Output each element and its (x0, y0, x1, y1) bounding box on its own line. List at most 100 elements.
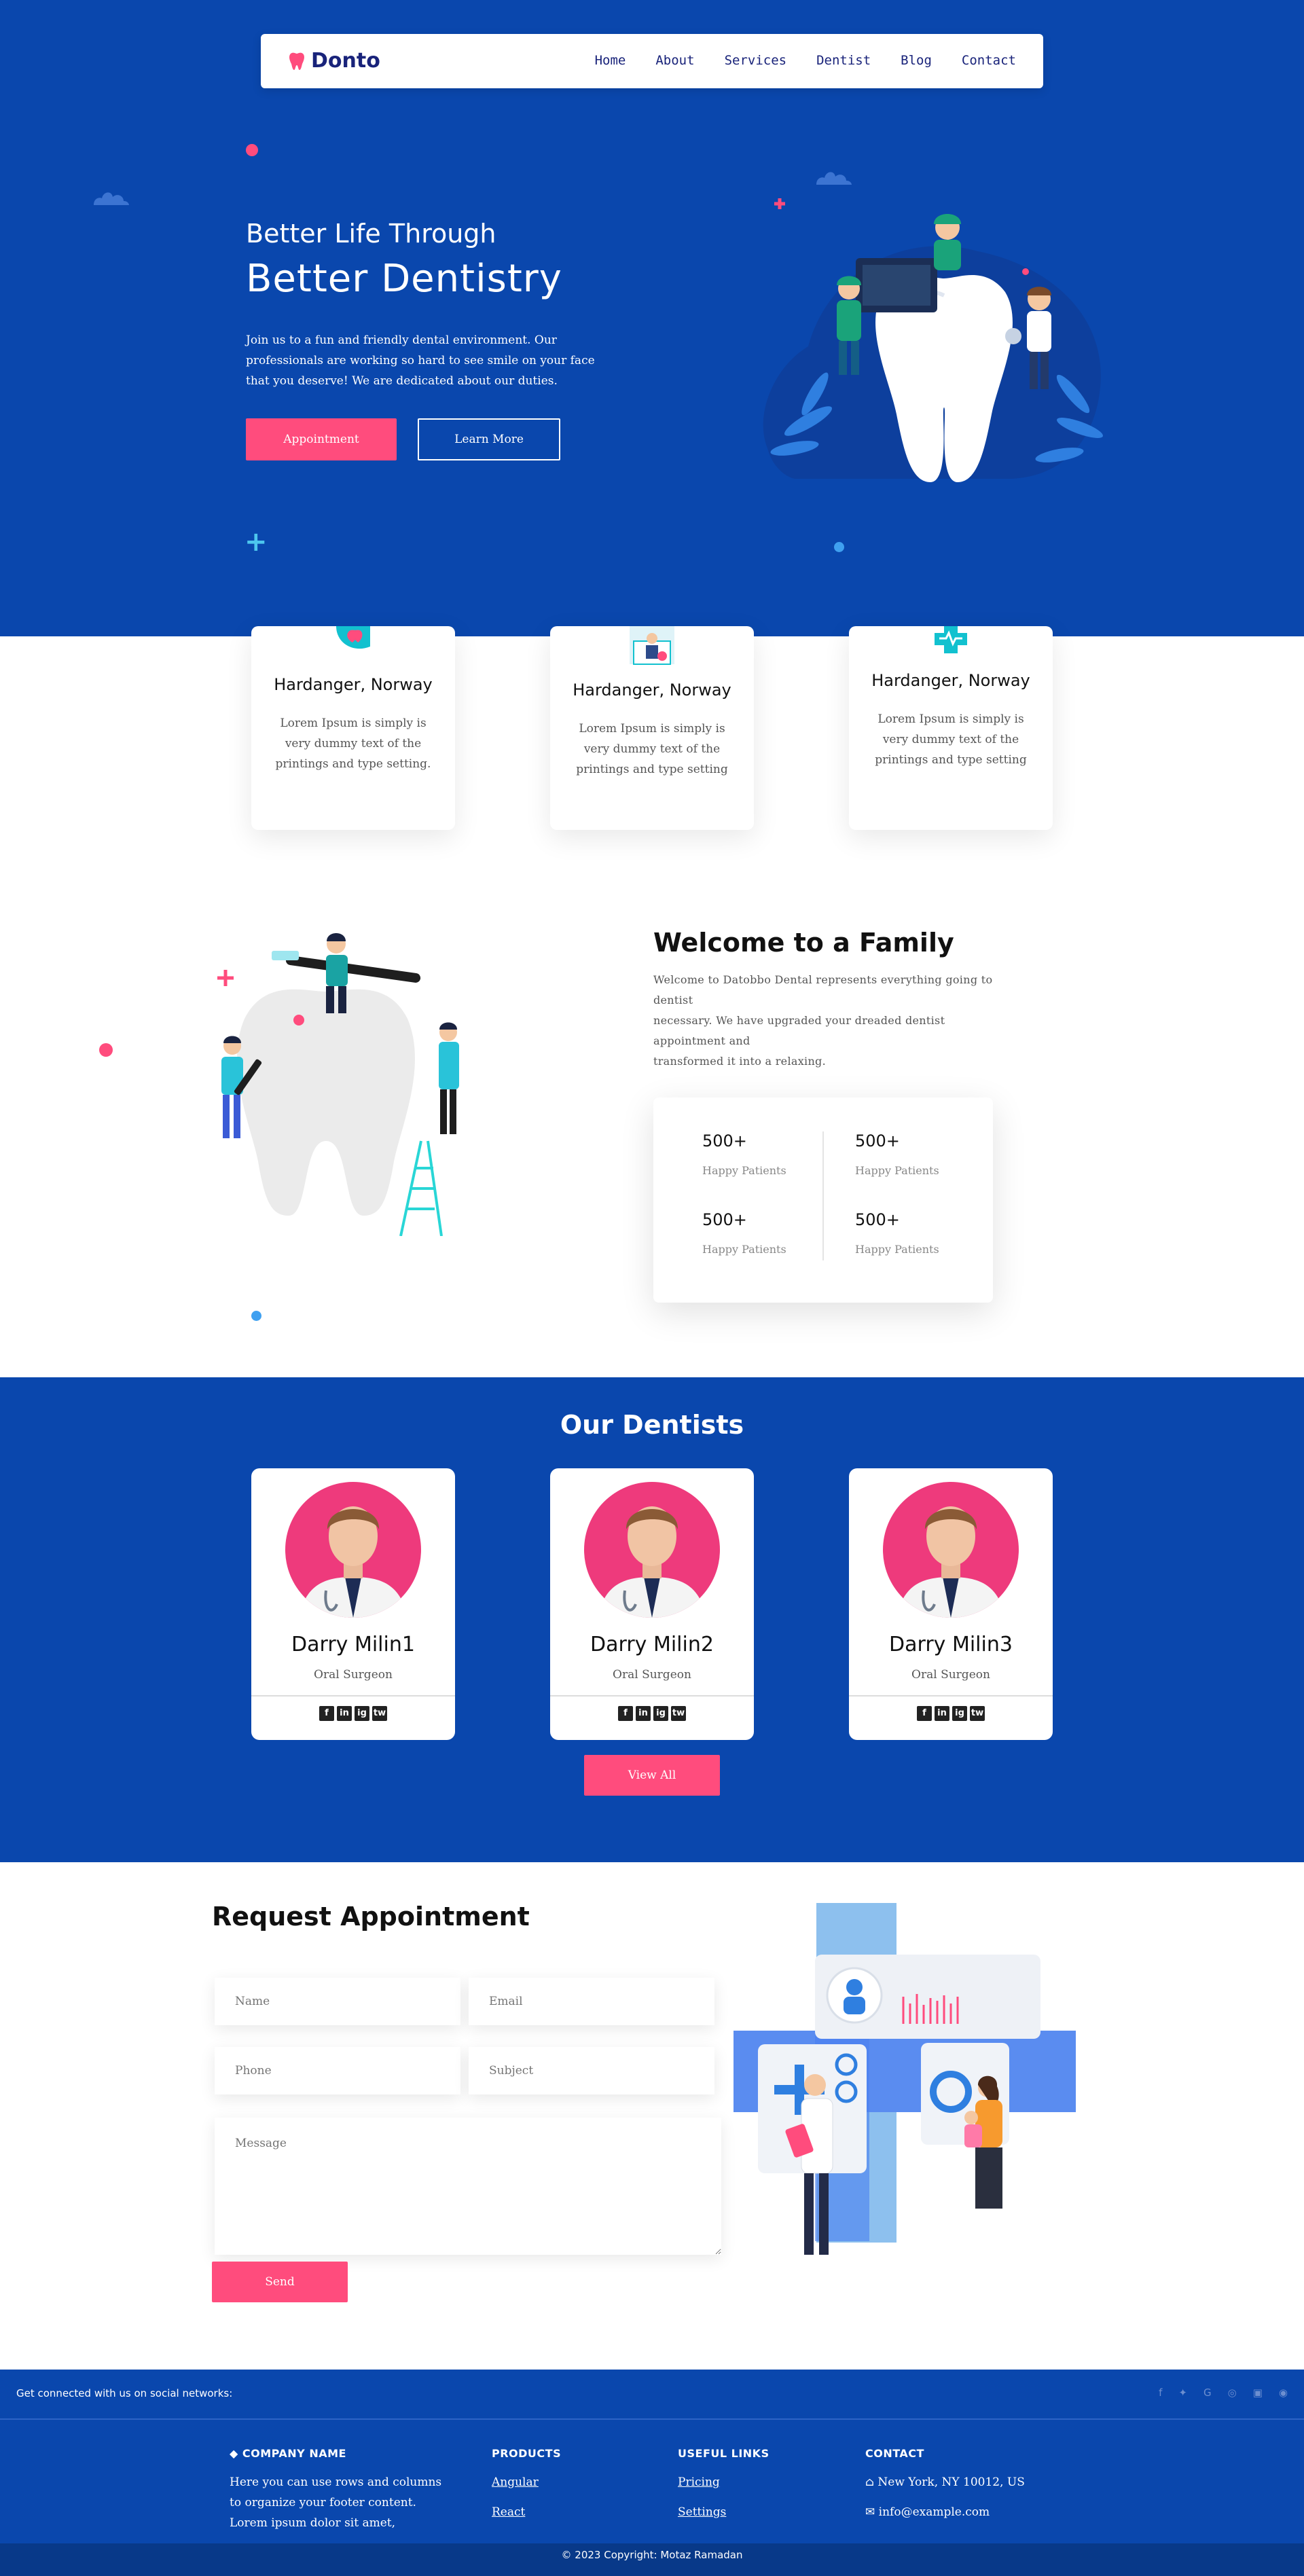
nav-dentist-link[interactable]: Dentist (816, 53, 871, 68)
github-icon[interactable]: ◉ (1279, 2387, 1288, 2399)
dentists-cleaning-tooth-illustration (217, 933, 459, 1236)
dentists-title: Our Dentists (560, 1410, 744, 1440)
hero-title: Better Dentistry (246, 257, 562, 301)
dentist-photo (883, 1482, 1019, 1618)
nav-contact-link[interactable]: Contact (962, 53, 1016, 68)
subject-field[interactable] (469, 2047, 714, 2094)
welcome-line: Welcome to Datobbo Dental represents eve… (653, 973, 993, 1006)
doctor-monitor-icon (630, 626, 674, 665)
card-divider (550, 1695, 754, 1697)
linkedin-icon[interactable]: in (636, 1706, 651, 1721)
products-heading: PRODUCTS (492, 2447, 562, 2460)
footer-contact-column: CONTACT ⌂ New York, NY 10012, US ✉ info@… (865, 2447, 1083, 2522)
doctor-portrait-icon (598, 1506, 706, 1618)
twitter-icon[interactable]: tw (372, 1706, 387, 1721)
linkedin-icon[interactable]: in (935, 1706, 949, 1721)
doctor-portrait-icon (299, 1506, 408, 1618)
linkedin-icon[interactable]: in (337, 1706, 352, 1721)
email-field[interactable] (469, 1978, 714, 2025)
twitter-icon[interactable]: tw (970, 1706, 985, 1721)
feature-card: Hardanger, Norway Lorem Ipsum is simply … (251, 626, 455, 830)
stat-item: 500+ Happy Patients (702, 1131, 818, 1177)
dentist-socials: f in ig tw (849, 1706, 1053, 1721)
card-divider (849, 1695, 1053, 1697)
learn-more-button[interactable]: Learn More (418, 418, 560, 460)
view-all-button[interactable]: View All (584, 1755, 720, 1796)
footer-social-icons: f ✦ G ◎ ▣ ◉ (1159, 2387, 1288, 2399)
stat-label: Happy Patients (855, 1243, 939, 1256)
dentist-role: Oral Surgeon (314, 1668, 393, 1682)
cloud-decoration (91, 185, 129, 205)
phone-field[interactable] (215, 2047, 460, 2094)
card-divider (251, 1695, 455, 1697)
nav-about-link[interactable]: About (655, 53, 694, 68)
stat-item: 500+ Happy Patients (702, 1210, 818, 1256)
appointment-title: Request Appointment (212, 1902, 530, 1931)
product-link[interactable]: React (492, 2502, 561, 2522)
email-row: ✉ info@example.com (865, 2502, 1083, 2522)
feature-card: Hardanger, Norway Lorem Ipsum is simply … (849, 626, 1053, 830)
blue-dot-decoration (251, 1311, 261, 1321)
dentist-card: Darry Milin2 Oral Surgeon f in ig tw (550, 1468, 754, 1740)
google-icon[interactable]: G (1203, 2387, 1212, 2399)
useful-link[interactable]: Pricing (678, 2472, 769, 2492)
feature-title: Hardanger, Norway (871, 671, 1030, 690)
dentist-name: Darry Milin2 (590, 1633, 714, 1656)
dentist-name: Darry Milin3 (889, 1633, 1013, 1656)
dentist-role: Oral Surgeon (911, 1668, 990, 1682)
dentist-photo (584, 1482, 720, 1618)
feature-card: Hardanger, Norway Lorem Ipsum is simply … (550, 626, 754, 830)
facebook-icon[interactable]: f (319, 1706, 334, 1721)
company-heading-text: COMPANY NAME (242, 2447, 346, 2460)
instagram-icon[interactable]: ig (952, 1706, 967, 1721)
dentist-socials: f in ig tw (550, 1706, 754, 1721)
stat-label: Happy Patients (702, 1164, 786, 1177)
dentist-socials: f in ig tw (251, 1706, 455, 1721)
twitter-icon[interactable]: ✦ (1178, 2387, 1187, 2399)
feature-text: Lorem Ipsum is simply is very dummy text… (275, 716, 431, 771)
nav-home-link[interactable]: Home (595, 53, 626, 68)
company-text: Here you can use rows and columns to org… (230, 2475, 442, 2530)
footer-social-bar: Get connected with us on social networks… (0, 2370, 1304, 2420)
dentists-tooth-illustration (763, 198, 1103, 482)
feature-title: Hardanger, Norway (274, 675, 433, 694)
message-field[interactable] (215, 2118, 721, 2255)
plus-decoration: + (244, 526, 268, 558)
stat-value: 500+ (702, 1131, 747, 1150)
stat-item: 500+ Happy Patients (855, 1210, 971, 1256)
name-field[interactable] (215, 1978, 460, 2025)
blue-dot-decoration (834, 542, 844, 552)
instagram-icon[interactable]: ig (653, 1706, 668, 1721)
logo-text: Donto (311, 49, 380, 73)
nav-links: Home About Services Dentist Blog Contact (595, 53, 1016, 68)
dentist-photo (285, 1482, 421, 1618)
stat-item: 500+ Happy Patients (855, 1131, 971, 1177)
instagram-icon[interactable]: ig (355, 1706, 369, 1721)
feature-text: Lorem Ipsum is simply is very dummy text… (875, 712, 1027, 767)
instagram-icon[interactable]: ◎ (1228, 2387, 1237, 2399)
useful-link[interactable]: Settings (678, 2502, 769, 2522)
logo[interactable]: Donto (288, 49, 380, 73)
feature-text: Lorem Ipsum is simply is very dummy text… (576, 722, 728, 776)
footer-links-column: USEFUL LINKS Pricing Settings (678, 2447, 769, 2522)
email-text: info@example.com (878, 2505, 990, 2519)
linkedin-icon[interactable]: ▣ (1253, 2387, 1263, 2399)
twitter-icon[interactable]: tw (671, 1706, 686, 1721)
dentist-card: Darry Milin1 Oral Surgeon f in ig tw (251, 1468, 455, 1740)
medical-cross-icon (935, 626, 967, 653)
appointment-button[interactable]: Appointment (246, 418, 397, 460)
nav-services-link[interactable]: Services (725, 53, 787, 68)
send-button[interactable]: Send (212, 2262, 348, 2302)
gem-icon: ◆ (230, 2447, 242, 2460)
hero-section: Donto Home About Services Dentist Blog C… (0, 0, 1304, 636)
cloud-decoration (814, 164, 852, 185)
stat-value: 500+ (855, 1131, 900, 1150)
product-link[interactable]: Angular (492, 2472, 561, 2492)
connect-text: Get connected with us on social networks… (16, 2387, 233, 2399)
welcome-text: Welcome to Datobbo Dental represents eve… (653, 970, 1007, 1072)
facebook-icon[interactable]: f (1159, 2387, 1162, 2399)
footer-products-column: PRODUCTS Angular React (492, 2447, 561, 2522)
facebook-icon[interactable]: f (917, 1706, 932, 1721)
nav-blog-link[interactable]: Blog (901, 53, 932, 68)
facebook-icon[interactable]: f (618, 1706, 633, 1721)
